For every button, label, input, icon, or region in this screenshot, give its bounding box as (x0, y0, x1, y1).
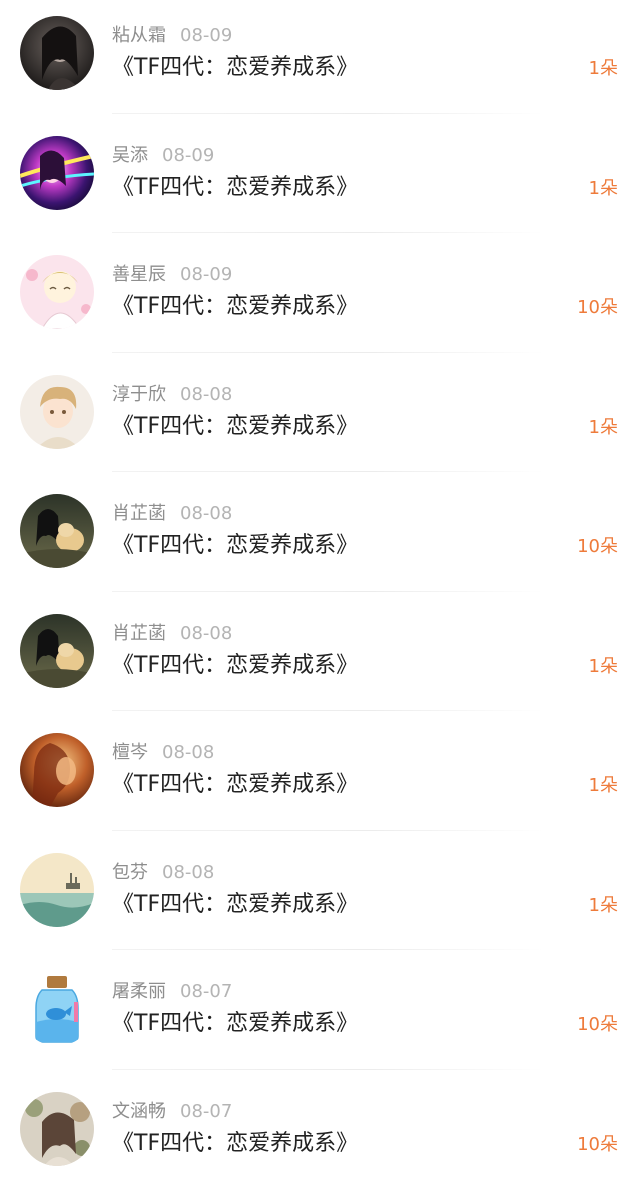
divider (112, 471, 544, 472)
item-meta: 淳于欣 08-08 (112, 383, 232, 407)
list-item[interactable]: 包芬 08-08 《TF四代：恋爱养成系》 1朵 (0, 837, 640, 957)
gift-count: 10朵 (577, 535, 618, 559)
date: 08-08 (162, 862, 214, 883)
item-meta: 檀岑 08-08 (112, 741, 214, 765)
cartoon-girl-avatar-image (20, 255, 94, 329)
divider (112, 830, 544, 831)
username[interactable]: 吴添 (112, 145, 148, 166)
gift-count: 10朵 (577, 1133, 618, 1157)
item-meta: 肖芷菡 08-08 (112, 502, 232, 526)
item-meta: 肖芷菡 08-08 (112, 622, 232, 646)
divider (112, 949, 544, 950)
avatar[interactable] (20, 733, 94, 807)
avatar[interactable] (20, 494, 94, 568)
list-item[interactable]: 文涵畅 08-07 《TF四代：恋爱养成系》 10朵 (0, 1076, 640, 1195)
username[interactable]: 淳于欣 (112, 384, 166, 405)
gift-count: 1朵 (589, 894, 618, 918)
list-item[interactable]: 淳于欣 08-08 《TF四代：恋爱养成系》 1朵 (0, 359, 640, 479)
book-title[interactable]: 《TF四代：恋爱养成系》 (112, 52, 358, 84)
divider (112, 232, 544, 233)
item-meta: 文涵畅 08-07 (112, 1100, 232, 1124)
book-title[interactable]: 《TF四代：恋爱养成系》 (112, 291, 358, 323)
date: 08-09 (180, 264, 232, 285)
date: 08-08 (180, 623, 232, 644)
book-title[interactable]: 《TF四代：恋爱养成系》 (112, 1128, 358, 1160)
username[interactable]: 善星辰 (112, 264, 166, 285)
list-item[interactable]: 屠柔丽 08-07 《TF四代：恋爱养成系》 10朵 (0, 956, 640, 1076)
list-item[interactable]: 肖芷菡 08-08 《TF四代：恋爱养成系》 1朵 (0, 598, 640, 718)
girl-with-dog-avatar-image (20, 614, 94, 688)
date: 08-09 (162, 145, 214, 166)
avatar[interactable] (20, 972, 94, 1046)
gift-record-list: 粘从霜 08-09 《TF四代：恋爱养成系》 1朵 吴添 08-09 《TF四代：恋… (0, 0, 640, 1195)
date: 08-08 (162, 742, 214, 763)
date: 08-08 (180, 384, 232, 405)
username[interactable]: 肖芷菡 (112, 623, 166, 644)
book-title[interactable]: 《TF四代：恋爱养成系》 (112, 650, 358, 682)
username[interactable]: 肖芷菡 (112, 503, 166, 524)
book-title[interactable]: 《TF四代：恋爱养成系》 (112, 530, 358, 562)
gift-count: 10朵 (577, 296, 618, 320)
item-meta: 粘从霜 08-09 (112, 24, 232, 48)
gift-count: 1朵 (589, 177, 618, 201)
avatar[interactable] (20, 853, 94, 927)
list-item[interactable]: 肖芷菡 08-08 《TF四代：恋爱养成系》 10朵 (0, 478, 640, 598)
book-title[interactable]: 《TF四代：恋爱养成系》 (112, 889, 358, 921)
book-title[interactable]: 《TF四代：恋爱养成系》 (112, 1008, 358, 1040)
book-title[interactable]: 《TF四代：恋爱养成系》 (112, 172, 358, 204)
neon-girl-avatar-image (20, 136, 94, 210)
item-meta: 善星辰 08-09 (112, 263, 232, 287)
username[interactable]: 粘从霜 (112, 25, 166, 46)
divider (112, 113, 544, 114)
girl-with-dog-avatar-image (20, 494, 94, 568)
username[interactable]: 包芬 (112, 862, 148, 883)
warm-profile-avatar-image (20, 733, 94, 807)
date: 08-07 (180, 981, 232, 1002)
divider (112, 1069, 544, 1070)
gift-count: 1朵 (589, 57, 618, 81)
username[interactable]: 屠柔丽 (112, 981, 166, 1002)
date: 08-07 (180, 1101, 232, 1122)
list-item[interactable]: 善星辰 08-09 《TF四代：恋爱养成系》 10朵 (0, 239, 640, 359)
avatar[interactable] (20, 255, 94, 329)
divider (112, 710, 544, 711)
book-title[interactable]: 《TF四代：恋爱养成系》 (112, 411, 358, 443)
item-meta: 包芬 08-08 (112, 861, 214, 885)
username[interactable]: 文涵畅 (112, 1101, 166, 1122)
item-meta: 吴添 08-09 (112, 144, 214, 168)
gift-count: 1朵 (589, 416, 618, 440)
avatar[interactable] (20, 614, 94, 688)
divider (112, 352, 544, 353)
username[interactable]: 檀岑 (112, 742, 148, 763)
avatar[interactable] (20, 136, 94, 210)
whale-bottle-avatar-image (20, 972, 94, 1046)
avatar[interactable] (20, 16, 94, 90)
book-title[interactable]: 《TF四代：恋爱养成系》 (112, 769, 358, 801)
sea-ship-avatar-image (20, 853, 94, 927)
date: 08-08 (180, 503, 232, 524)
list-item[interactable]: 粘从霜 08-09 《TF四代：恋爱养成系》 1朵 (0, 0, 640, 120)
gift-count: 1朵 (589, 655, 618, 679)
list-item[interactable]: 吴添 08-09 《TF四代：恋爱养成系》 1朵 (0, 120, 640, 240)
gift-count: 1朵 (589, 774, 618, 798)
item-meta: 屠柔丽 08-07 (112, 980, 232, 1004)
divider (112, 591, 544, 592)
avatar[interactable] (20, 1092, 94, 1166)
dark-portrait-avatar-image (20, 16, 94, 90)
anime-boy-avatar-image (20, 375, 94, 449)
date: 08-09 (180, 25, 232, 46)
avatar[interactable] (20, 375, 94, 449)
gift-count: 10朵 (577, 1013, 618, 1037)
list-item[interactable]: 檀岑 08-08 《TF四代：恋爱养成系》 1朵 (0, 717, 640, 837)
flower-girl-avatar-image (20, 1092, 94, 1166)
